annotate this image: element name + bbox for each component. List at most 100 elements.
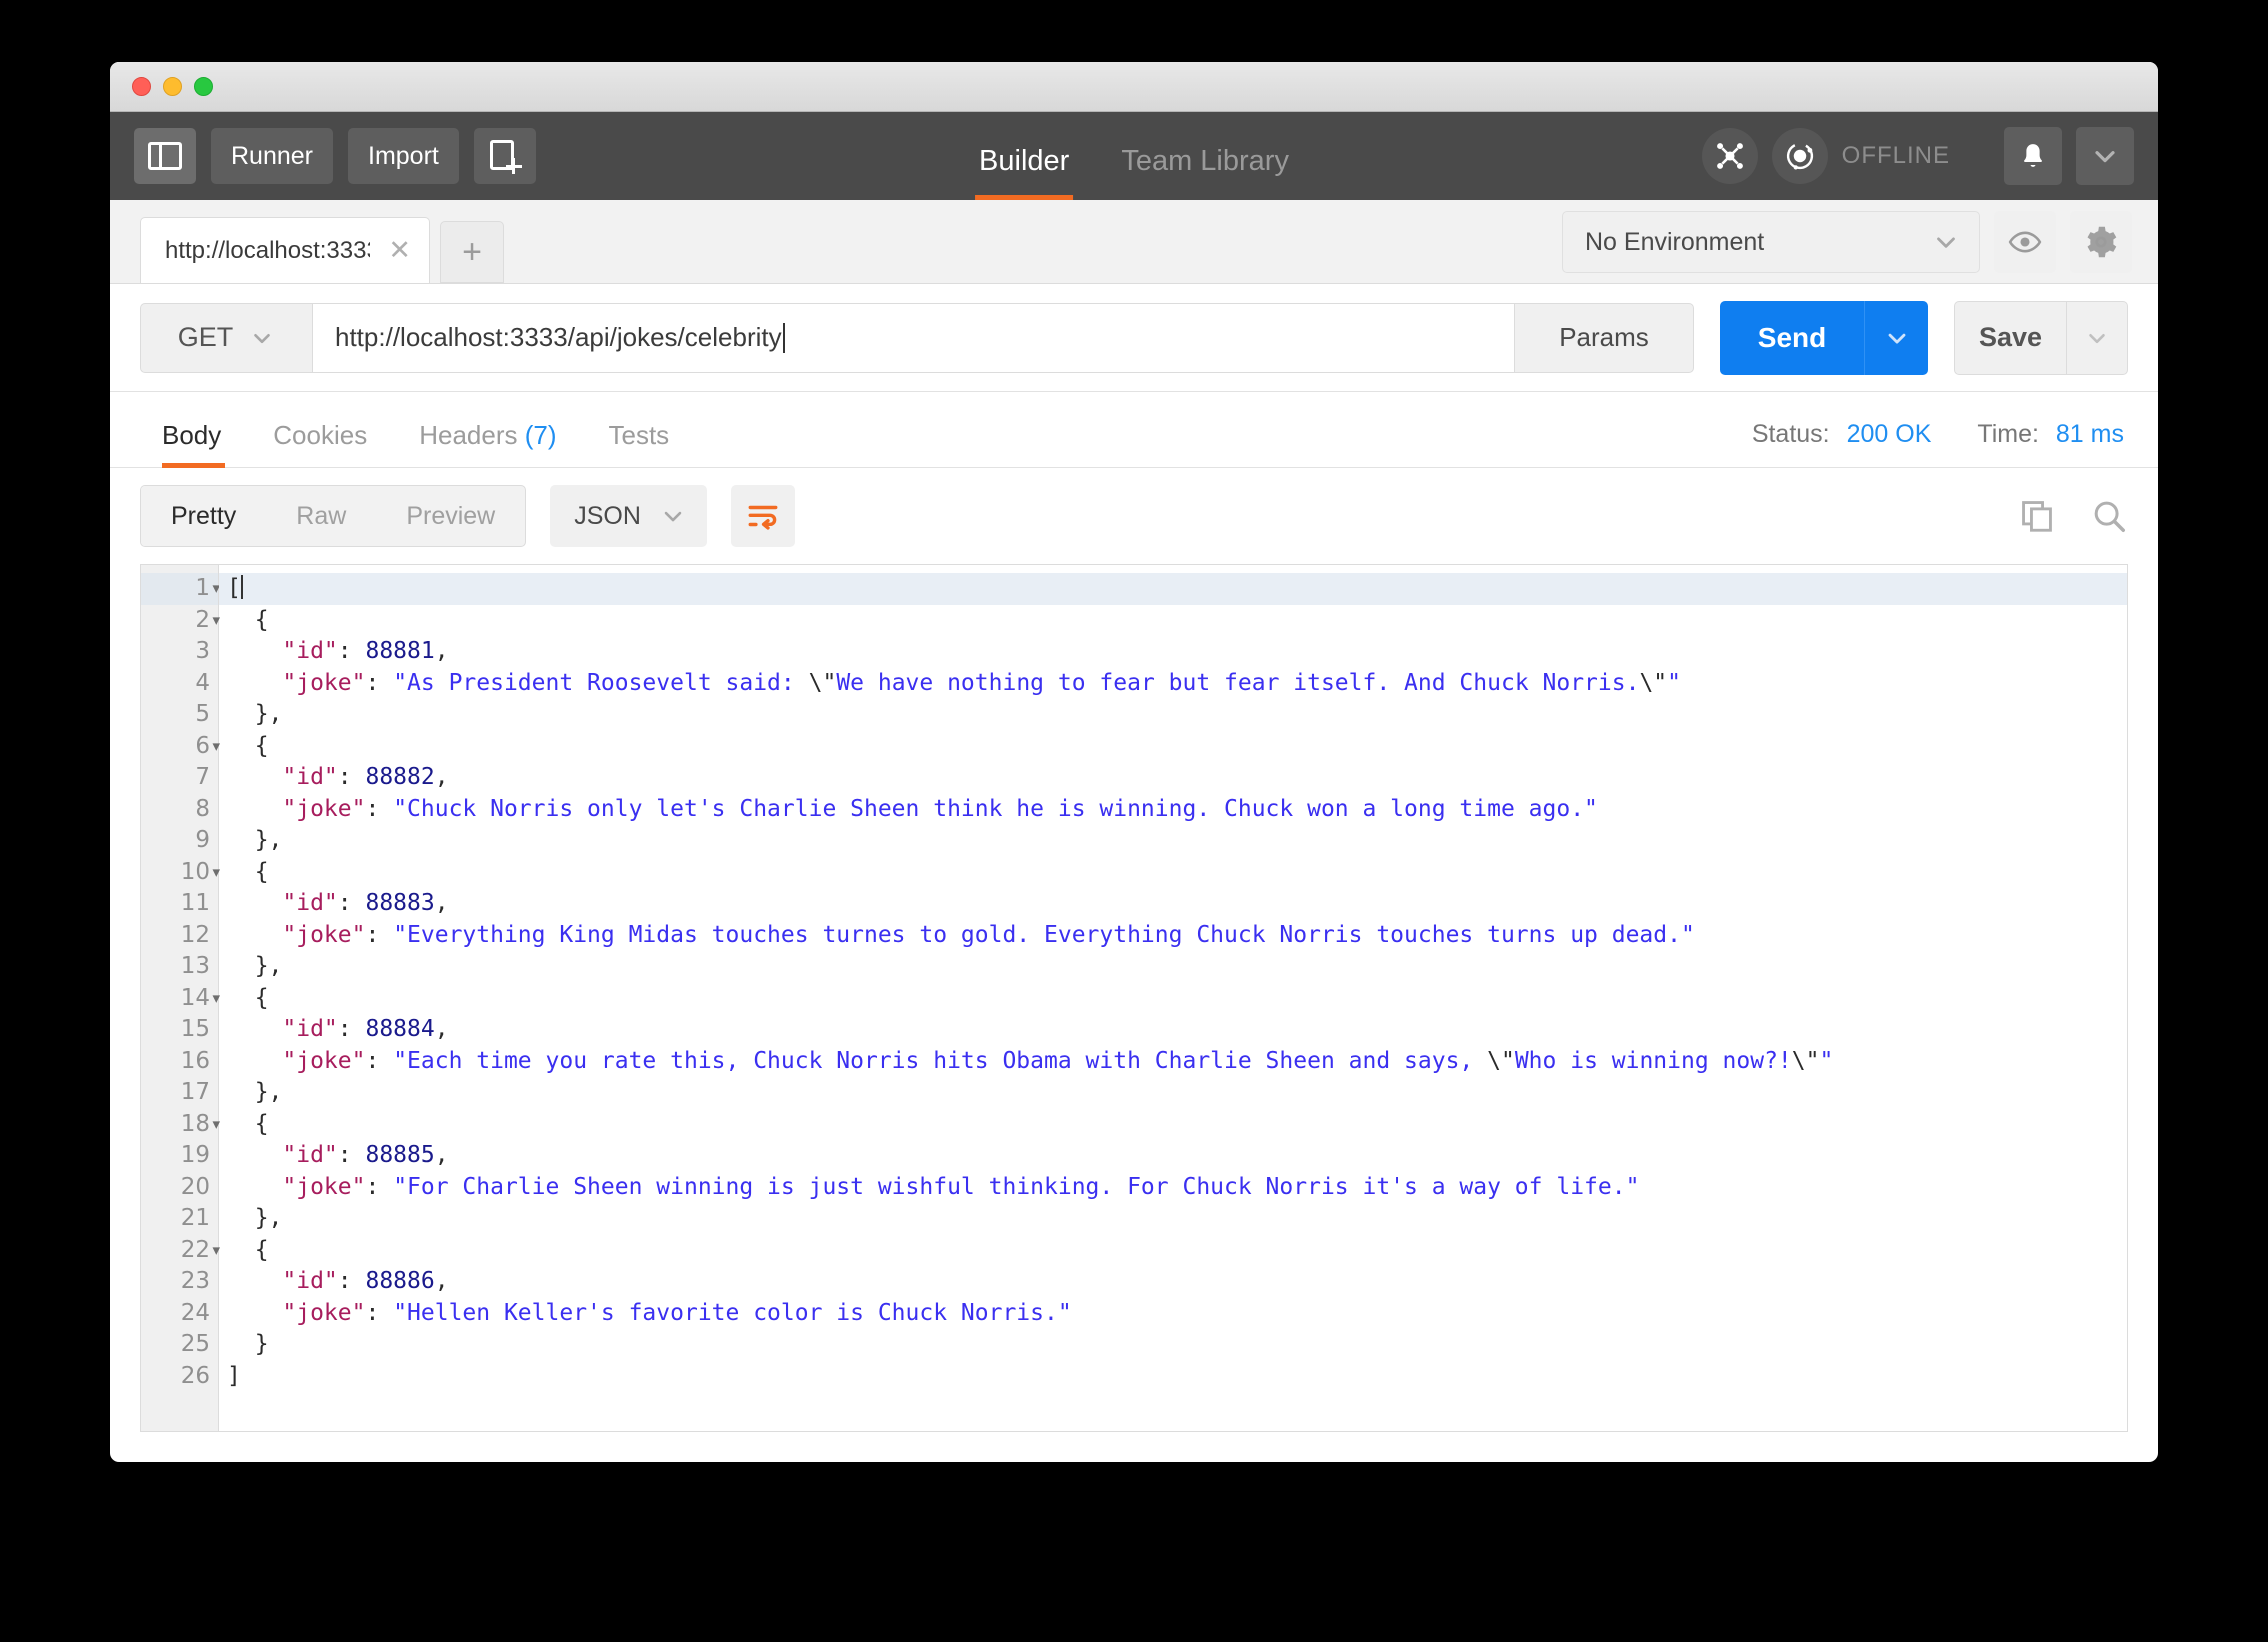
environment-quick-look-button[interactable] (1994, 211, 2056, 273)
code-line: "id": 88884, (219, 1014, 2127, 1046)
environment-controls: No Environment (1562, 211, 2132, 273)
code-token: We have nothing to fear but fear itself.… (836, 669, 1640, 696)
json-code-content[interactable]: [ { "id": 88881, "joke": "As President R… (219, 565, 2127, 1431)
code-token: 88881 (365, 638, 435, 664)
sync-status-button[interactable] (1771, 128, 1828, 184)
line-number: 26 (180, 1362, 210, 1389)
code-token: "id" (227, 764, 338, 790)
http-method-label: GET (177, 322, 234, 352)
tab-body[interactable]: Body (140, 420, 247, 468)
environment-selector[interactable]: No Environment (1562, 211, 1980, 273)
chevron-down-icon (254, 333, 271, 343)
fold-toggle-icon[interactable]: ▾ (204, 573, 220, 605)
save-button[interactable]: Save (1954, 300, 2066, 375)
request-tab[interactable]: http://localhost:3333/ ✕ (140, 217, 430, 283)
code-token: : (365, 921, 394, 948)
format-selector[interactable]: JSON (550, 485, 707, 547)
code-token: \" (808, 669, 837, 696)
new-tab-button[interactable] (473, 128, 536, 184)
http-method-selector[interactable]: GET (140, 302, 312, 373)
code-token: , (434, 638, 449, 664)
view-mode-preview-label: Preview (406, 501, 496, 530)
code-token: "Each time you rate this, Chuck Norris h… (393, 1047, 1488, 1074)
code-token: ] (227, 1362, 241, 1389)
postman-window: Runner Import Builder Team Library OFFLI… (110, 62, 2158, 1462)
tab-cookies[interactable]: Cookies (247, 420, 393, 467)
code-token: , (434, 1268, 449, 1294)
environment-settings-button[interactable] (2070, 211, 2132, 273)
code-token: : (365, 1299, 394, 1326)
code-token: }, (227, 953, 283, 979)
code-token: 88883 (365, 890, 435, 916)
view-mode-preview[interactable]: Preview (376, 486, 525, 546)
code-token: "id" (227, 1016, 338, 1042)
view-mode-group: Pretty Raw Preview (140, 485, 527, 547)
fold-toggle-icon[interactable]: ▾ (204, 1235, 220, 1267)
fold-toggle-icon[interactable]: ▾ (204, 605, 220, 637)
runner-button[interactable]: Runner (211, 128, 333, 184)
line-number: 24 (180, 1299, 210, 1326)
tab-headers[interactable]: Headers (7) (393, 420, 582, 467)
fold-toggle-icon[interactable]: ▾ (204, 857, 220, 889)
sidebar-toggle-button[interactable] (134, 128, 196, 184)
code-token: "id" (227, 638, 338, 664)
code-line: { (219, 983, 2127, 1015)
tab-team-library[interactable]: Team Library (1095, 145, 1315, 200)
close-window-button[interactable] (132, 77, 151, 96)
copy-button[interactable] (2018, 497, 2056, 535)
line-number: 21 (180, 1205, 210, 1231)
params-button[interactable]: Params (1514, 302, 1694, 373)
code-token: , (434, 890, 449, 916)
code-line: { (219, 1109, 2127, 1141)
text-cursor (782, 322, 785, 353)
code-line: "joke": "For Charlie Sheen winning is ju… (219, 1172, 2127, 1204)
code-line: "id": 88882, (219, 762, 2127, 794)
maximize-window-button[interactable] (194, 77, 213, 96)
environment-value: No Environment (1585, 227, 1765, 256)
chevron-down-icon (1937, 237, 1955, 248)
code-token: }, (227, 1079, 283, 1105)
tab-tests[interactable]: Tests (583, 420, 696, 467)
chevron-down-icon (2089, 333, 2105, 343)
view-mode-raw[interactable]: Raw (266, 486, 376, 546)
line-number: 5 (195, 701, 210, 727)
view-mode-pretty[interactable]: Pretty (141, 486, 267, 546)
code-token: }, (227, 827, 283, 853)
fold-toggle-icon[interactable]: ▾ (204, 731, 220, 763)
tab-builder[interactable]: Builder (953, 145, 1095, 200)
search-button[interactable] (2090, 497, 2128, 535)
import-button[interactable]: Import (348, 128, 459, 184)
app-header: Runner Import Builder Team Library OFFLI… (110, 112, 2158, 200)
headers-count-badge: (7) (524, 420, 557, 450)
chevron-down-icon (2095, 151, 2115, 163)
code-token: \" (1487, 1047, 1515, 1074)
code-line: { (219, 1235, 2127, 1267)
request-url-row: GET http://localhost:3333/api/jokes/cele… (110, 284, 2158, 392)
notifications-button[interactable] (2004, 127, 2062, 185)
save-options-button[interactable] (2066, 300, 2128, 375)
send-button[interactable]: Send (1720, 300, 1864, 375)
minimize-window-button[interactable] (163, 77, 182, 96)
word-wrap-toggle[interactable] (730, 485, 795, 547)
code-line: "id": 88886, (219, 1266, 2127, 1298)
add-request-tab-button[interactable]: + (440, 221, 504, 283)
code-token: , (434, 1142, 449, 1168)
response-body-viewer[interactable]: 1 ▾ 2 ▾ 3 4 5 6 ▾ 7 8 9 10 ▾ 11 12 13 14 ▾ 15 16 17 18 ▾ 19 20 21 2… (140, 564, 2128, 1432)
request-tab-strip: http://localhost:3333/ ✕ + No Environmen… (110, 200, 2158, 284)
interceptor-button[interactable] (1701, 128, 1758, 184)
tab-body-label: Body (162, 420, 222, 450)
fold-toggle-icon[interactable]: ▾ (204, 1109, 220, 1141)
send-label: Send (1757, 321, 1827, 353)
close-icon[interactable]: ✕ (388, 237, 411, 264)
account-menu-button[interactable] (2076, 127, 2134, 185)
code-line: { (219, 731, 2127, 763)
line-number: 25 (180, 1331, 210, 1357)
request-url-input[interactable]: http://localhost:3333/api/jokes/celebrit… (312, 302, 1514, 373)
line-number: 20 (180, 1173, 210, 1200)
request-url-value: http://localhost:3333/api/jokes/celebrit… (335, 322, 782, 352)
code-token: 88884 (365, 1016, 435, 1042)
fold-toggle-icon[interactable]: ▾ (204, 983, 220, 1015)
send-options-button[interactable] (1864, 300, 1928, 375)
code-token: "joke" (227, 1173, 366, 1200)
code-token: : (337, 1142, 366, 1168)
